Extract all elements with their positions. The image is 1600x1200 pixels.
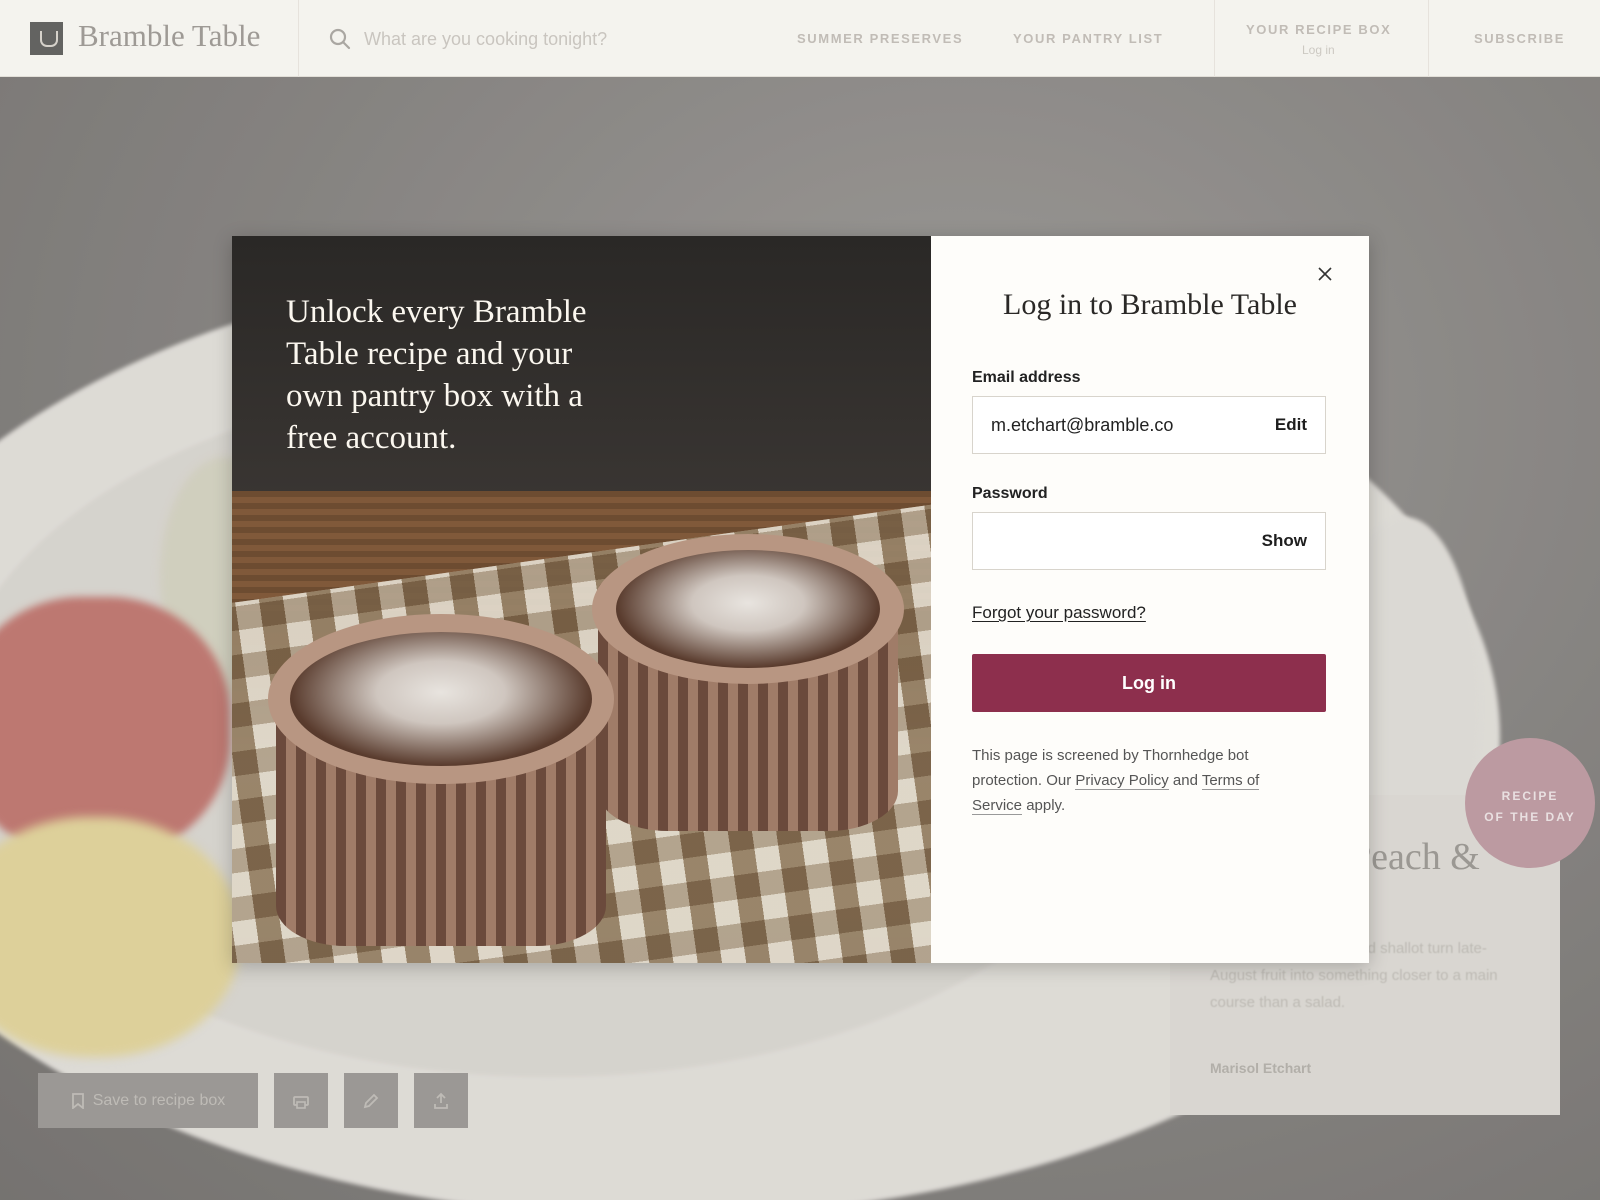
login-form: Log in to Bramble Table Email address Ed… <box>931 236 1369 963</box>
close-icon <box>1318 267 1332 281</box>
modal-title: Log in to Bramble Table <box>1003 288 1297 321</box>
password-field-container: Show <box>972 512 1326 570</box>
promo-heading: Unlock every Bramble Table recipe and yo… <box>286 294 587 456</box>
show-password-button[interactable]: Show <box>1262 531 1307 551</box>
email-field-container: Edit <box>972 396 1326 454</box>
email-field[interactable] <box>991 397 1241 453</box>
modal-promo-image: Unlock every Bramble Table recipe and yo… <box>232 236 931 963</box>
password-field[interactable] <box>991 513 1241 569</box>
login-button[interactable]: Log in <box>972 654 1326 712</box>
login-modal: Unlock every Bramble Table recipe and yo… <box>232 236 1369 963</box>
close-button[interactable] <box>1311 260 1339 288</box>
legal-notice: This page is screened by Thornhedge bot … <box>972 743 1302 818</box>
password-label: Password <box>972 485 1048 502</box>
lava-cake-image <box>616 550 880 668</box>
edit-email-button[interactable]: Edit <box>1275 415 1307 435</box>
forgot-password-link[interactable]: Forgot your password? <box>972 603 1146 623</box>
legal-and: and <box>1168 772 1202 789</box>
legal-suffix: apply. <box>1022 797 1066 814</box>
lava-cake-image <box>290 632 592 766</box>
email-label: Email address <box>972 369 1081 386</box>
privacy-policy-link[interactable]: Privacy Policy <box>1075 772 1169 790</box>
